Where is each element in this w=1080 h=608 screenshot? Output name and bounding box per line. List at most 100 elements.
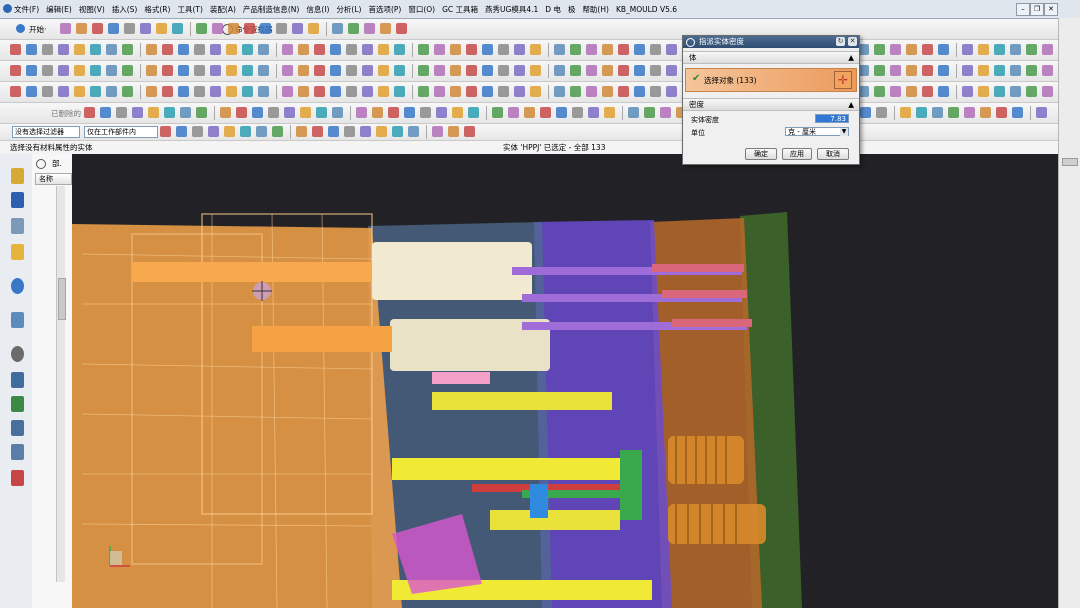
menu-item[interactable]: 插入(S)	[112, 4, 138, 15]
toolbar-tool-icon[interactable]	[900, 107, 911, 118]
toolbar-tool-icon[interactable]	[106, 86, 117, 97]
toolbar-tool-icon[interactable]	[498, 86, 509, 97]
toolbar-tool-icon[interactable]	[282, 44, 293, 55]
toolbar-tool-icon[interactable]	[978, 86, 989, 97]
toolbar-tool-icon[interactable]	[634, 86, 645, 97]
toolbar-tool-icon[interactable]	[874, 86, 885, 97]
mold-3d-model[interactable]	[72, 154, 1058, 608]
toolbar-tool-icon[interactable]	[644, 107, 655, 118]
toolbar-tool-icon[interactable]	[282, 86, 293, 97]
toolbar-tool-icon[interactable]	[210, 86, 221, 97]
toolbar-tool-icon[interactable]	[314, 86, 325, 97]
toolbar-tool-icon[interactable]	[196, 23, 207, 34]
toolbar-tool-icon[interactable]	[178, 86, 189, 97]
toolbar-tool-icon[interactable]	[554, 65, 565, 76]
toolbar-tool-icon[interactable]	[162, 86, 173, 97]
toolbar-tool-icon[interactable]	[514, 44, 525, 55]
toolbar-tool-icon[interactable]	[1026, 86, 1037, 97]
toolbar-tool-icon[interactable]	[492, 107, 503, 118]
resource-tab-icon-9[interactable]	[11, 396, 24, 412]
toolbar-tool-icon[interactable]	[666, 65, 677, 76]
toolbar-tool-icon[interactable]	[258, 44, 269, 55]
toolbar-tool-icon[interactable]	[226, 86, 237, 97]
dialog-reset-icon[interactable]: ↻	[836, 37, 845, 46]
toolbar-tool-icon[interactable]	[432, 126, 443, 137]
toolbar-tool-icon[interactable]	[618, 86, 629, 97]
ok-button[interactable]: 确定	[745, 148, 777, 160]
toolbar-tool-icon[interactable]	[586, 65, 597, 76]
select-object-crosshair-icon[interactable]: ✛	[834, 71, 852, 89]
toolbar-tool-icon[interactable]	[244, 23, 255, 34]
toolbar-tool-icon[interactable]	[418, 44, 429, 55]
toolbar-tool-icon[interactable]	[106, 44, 117, 55]
toolbar-tool-icon[interactable]	[994, 44, 1005, 55]
resource-tab-icon-11[interactable]	[11, 444, 24, 460]
toolbar-tool-icon[interactable]	[372, 107, 383, 118]
menu-item[interactable]: 极	[568, 4, 576, 15]
resource-tab-icon-10[interactable]	[11, 420, 24, 436]
toolbar-tool-icon[interactable]	[498, 65, 509, 76]
dialog-close-button[interactable]: ✕	[848, 37, 857, 46]
toolbar-tool-icon[interactable]	[482, 86, 493, 97]
toolbar-tool-icon[interactable]	[890, 86, 901, 97]
toolbar-tool-icon[interactable]	[364, 23, 375, 34]
toolbar-tool-icon[interactable]	[10, 44, 21, 55]
selection-scope-dropdown[interactable]: 仅在工作部件内	[84, 126, 158, 138]
toolbar-tool-icon[interactable]	[634, 44, 645, 55]
toolbar-tool-icon[interactable]	[146, 86, 157, 97]
toolbar-tool-icon[interactable]	[256, 126, 267, 137]
toolbar-tool-icon[interactable]	[388, 107, 399, 118]
toolbar-tool-icon[interactable]	[298, 86, 309, 97]
toolbar-tool-icon[interactable]	[514, 65, 525, 76]
toolbar-tool-icon[interactable]	[450, 65, 461, 76]
toolbar-tool-icon[interactable]	[122, 44, 133, 55]
toolbar-tool-icon[interactable]	[194, 86, 205, 97]
toolbar-tool-icon[interactable]	[604, 107, 615, 118]
toolbar-tool-icon[interactable]	[346, 44, 357, 55]
toolbar-tool-icon[interactable]	[1042, 65, 1053, 76]
menu-item[interactable]: 燕秀UG模具4.1	[485, 4, 538, 15]
toolbar-tool-icon[interactable]	[108, 23, 119, 34]
toolbar-tool-icon[interactable]	[90, 65, 101, 76]
toolbar-tool-icon[interactable]	[570, 86, 581, 97]
toolbar-tool-icon[interactable]	[634, 65, 645, 76]
toolbar-tool-icon[interactable]	[448, 126, 459, 137]
menu-item[interactable]: 分析(L)	[336, 4, 361, 15]
dialog-titlebar[interactable]: 指派实体密度 ↻ ✕	[683, 36, 859, 48]
toolbar-tool-icon[interactable]	[176, 126, 187, 137]
toolbar-tool-icon[interactable]	[26, 65, 37, 76]
toolbar-tool-icon[interactable]	[346, 86, 357, 97]
toolbar-tool-icon[interactable]	[1010, 44, 1021, 55]
toolbar-tool-icon[interactable]	[394, 86, 405, 97]
toolbar-tool-icon[interactable]	[860, 107, 871, 118]
toolbar-tool-icon[interactable]	[530, 86, 541, 97]
toolbar-tool-icon[interactable]	[660, 107, 671, 118]
toolbar-tool-icon[interactable]	[938, 86, 949, 97]
toolbar-tool-icon[interactable]	[132, 107, 143, 118]
toolbar-tool-icon[interactable]	[242, 86, 253, 97]
toolbar-tool-icon[interactable]	[116, 107, 127, 118]
toolbar-tool-icon[interactable]	[258, 86, 269, 97]
toolbar-tool-icon[interactable]	[890, 65, 901, 76]
toolbar-tool-icon[interactable]	[570, 44, 581, 55]
start-menu-button[interactable]: 开始·	[29, 24, 46, 35]
menu-item[interactable]: 信息(I)	[306, 4, 329, 15]
toolbar-tool-icon[interactable]	[260, 23, 271, 34]
toolbar-tool-icon[interactable]	[356, 107, 367, 118]
toolbar-tool-icon[interactable]	[92, 23, 103, 34]
toolbar-tool-icon[interactable]	[236, 107, 247, 118]
toolbar-tool-icon[interactable]	[162, 44, 173, 55]
toolbar-tool-icon[interactable]	[588, 107, 599, 118]
toolbar-tool-icon[interactable]	[420, 107, 431, 118]
toolbar-tool-icon[interactable]	[122, 86, 133, 97]
toolbar-tool-icon[interactable]	[332, 23, 343, 34]
toolbar-tool-icon[interactable]	[252, 107, 263, 118]
toolbar-tool-icon[interactable]	[556, 107, 567, 118]
toolbar-tool-icon[interactable]	[292, 23, 303, 34]
toolbar-tool-icon[interactable]	[42, 86, 53, 97]
toolbar-tool-icon[interactable]	[58, 44, 69, 55]
toolbar-tool-icon[interactable]	[162, 65, 173, 76]
toolbar-tool-icon[interactable]	[362, 44, 373, 55]
toolbar-tool-icon[interactable]	[602, 44, 613, 55]
restore-button[interactable]: ❐	[1030, 3, 1044, 16]
